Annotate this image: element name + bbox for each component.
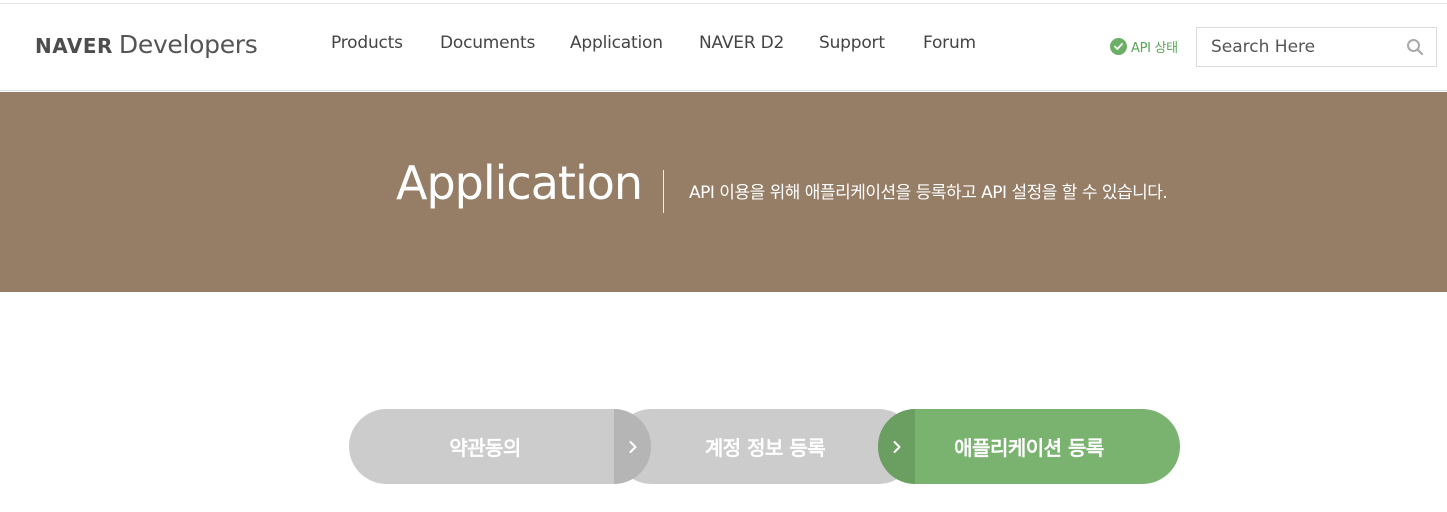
page-banner: Application API 이용을 위해 애플리케이션을 등록하고 API … xyxy=(0,92,1447,292)
nav-support[interactable]: Support xyxy=(819,33,885,53)
search-box xyxy=(1196,27,1437,67)
logo-brand: NAVER xyxy=(35,34,113,58)
search-icon[interactable] xyxy=(1406,38,1424,56)
naver-developers-logo[interactable]: NAVER Developers xyxy=(35,30,258,64)
step-label: 약관동의 xyxy=(449,436,521,460)
nav-naver-d2[interactable]: NAVER D2 xyxy=(699,33,784,53)
nav-application[interactable]: Application xyxy=(570,33,663,53)
nav-forum[interactable]: Forum xyxy=(923,33,976,53)
page-title: Application xyxy=(396,156,643,210)
page-description: API 이용을 위해 애플리케이션을 등록하고 API 설정을 할 수 있습니다… xyxy=(689,183,1168,203)
api-status-link[interactable]: API 상태 xyxy=(1110,37,1178,56)
site-header: NAVER Developers Products Documents Appl… xyxy=(0,4,1447,91)
step-register-application: 애플리케이션 등록 xyxy=(878,409,1180,484)
step-terms-agreement: 약관동의 xyxy=(349,409,651,484)
nav-documents[interactable]: Documents xyxy=(440,33,535,53)
nav-products[interactable]: Products xyxy=(331,33,403,53)
step-account-info: 계정 정보 등록 xyxy=(614,409,916,484)
search-input[interactable] xyxy=(1197,28,1397,66)
api-status-label: API 상태 xyxy=(1131,41,1178,56)
step-label: 계정 정보 등록 xyxy=(704,436,826,460)
logo-product: Developers xyxy=(118,30,258,59)
check-circle-icon xyxy=(1110,38,1127,55)
banner-divider xyxy=(663,170,664,213)
step-label: 애플리케이션 등록 xyxy=(954,436,1104,460)
